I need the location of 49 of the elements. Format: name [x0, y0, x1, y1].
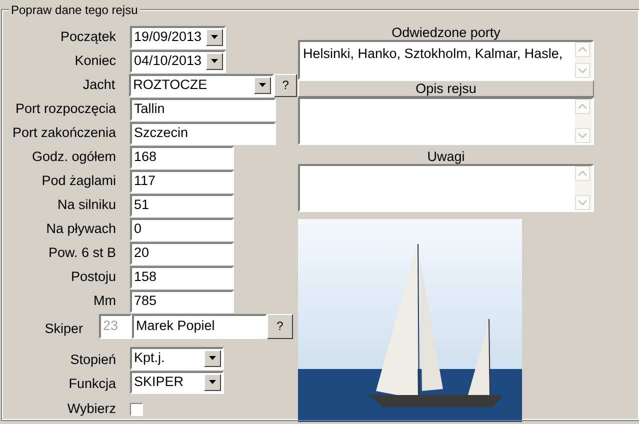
dropdown-button[interactable] [206, 52, 223, 70]
field-label: Port zakończenia [11, 124, 116, 142]
field-label: Koniec [74, 52, 116, 70]
field-label: Stopień [69, 350, 116, 369]
dropdown-button[interactable] [206, 28, 223, 46]
field-label: Odwiedzone porty [390, 25, 502, 40]
field-label: Port rozpoczęcia [14, 100, 116, 118]
field-label: Na pływach [45, 220, 116, 238]
field-label: Początek [59, 28, 116, 46]
lookup-button[interactable]: ? [274, 74, 297, 96]
caret-icon [211, 35, 218, 39]
dropdown-button[interactable] [204, 350, 221, 366]
number-field[interactable]: 0 [130, 218, 234, 240]
number-field[interactable]: 168 [130, 146, 234, 168]
field-label: Opis rejsu [298, 80, 594, 97]
dropdown-field[interactable]: Kpt.j. [130, 346, 224, 370]
caret-icon [259, 83, 266, 87]
field-label: Postoju [70, 268, 116, 286]
field-label: Pow. 6 st B [47, 244, 116, 262]
field-label: Na silniku [56, 196, 116, 214]
group-title: Popraw dane tego rejsu [9, 3, 140, 17]
caret-icon [209, 356, 216, 360]
number-field[interactable]: 785 [130, 290, 234, 312]
number-field[interactable]: 158 [130, 266, 234, 288]
lookup-button[interactable]: ? [267, 314, 293, 338]
field-label: Godz. ogółem [30, 148, 116, 166]
field-label: Skiper [44, 320, 83, 338]
dropdown-button[interactable] [254, 76, 272, 94]
field-label: Pod żaglami [40, 172, 116, 190]
date-dropdown[interactable]: 19/09/2013 [130, 26, 226, 48]
checkbox-label: Wybierz [66, 400, 116, 418]
number-field[interactable]: 117 [130, 170, 234, 192]
field-label: Mm [92, 292, 116, 310]
id-field: 23 [99, 314, 132, 338]
number-field[interactable]: 20 [130, 242, 234, 264]
dropdown-field[interactable]: SKIPER [130, 370, 224, 394]
text-field[interactable]: Szczecin [130, 122, 276, 144]
field-label: Uwagi [426, 149, 466, 164]
dropdown-button[interactable] [204, 374, 221, 390]
caret-icon [211, 59, 218, 63]
number-field[interactable]: 51 [130, 194, 234, 216]
date-dropdown[interactable]: 04/10/2013 [130, 50, 226, 72]
yacht-dropdown[interactable]: ROZTOCZE [129, 74, 274, 96]
field-label: Jacht [82, 76, 116, 94]
caret-icon [209, 380, 216, 384]
field-label: Funkcja [68, 374, 116, 393]
text-field[interactable]: Tallin [130, 98, 276, 120]
name-field[interactable]: Marek Popiel [132, 314, 267, 338]
checkbox[interactable] [130, 402, 143, 416]
